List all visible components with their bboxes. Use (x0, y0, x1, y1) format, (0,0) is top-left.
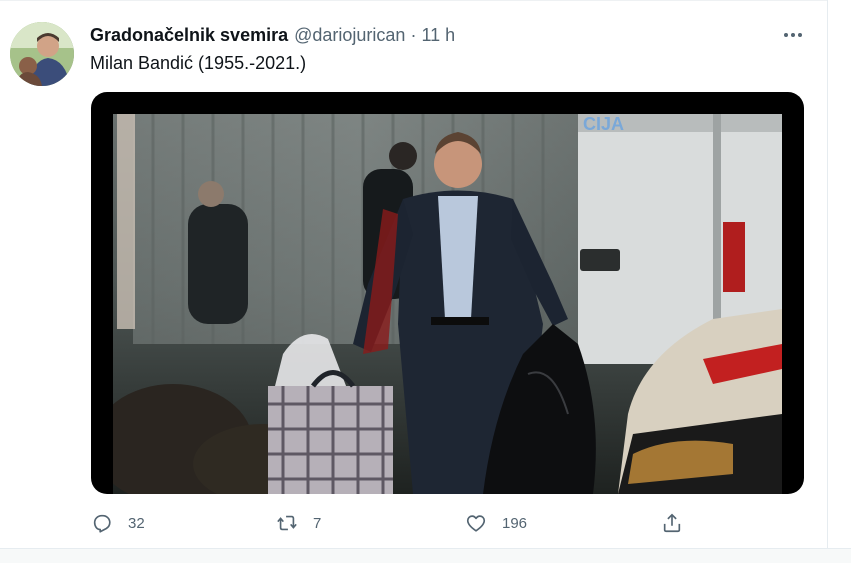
like-count: 196 (502, 514, 528, 532)
tweet-media[interactable]: CIJA (91, 92, 804, 494)
reply-icon (93, 514, 111, 533)
tweet-timestamp[interactable]: 11 h (421, 25, 455, 46)
user-handle[interactable]: @dariojurican (294, 25, 405, 46)
reply-count: 32 (128, 514, 145, 532)
tweet-header: Gradonačelnik svemira @dariojurican · 11… (90, 23, 455, 47)
avatar-photo (10, 22, 74, 86)
separator-dot: · (410, 24, 417, 45)
retweet-icon (277, 515, 297, 531)
tweet-text: Milan Bandić (1955.-2021.) (90, 53, 307, 73)
heart-icon (466, 515, 486, 532)
timeline-border (827, 0, 828, 550)
more-dots-icon (784, 33, 788, 37)
more-options-button[interactable] (780, 26, 806, 44)
photo-scene: CIJA (113, 114, 782, 494)
like-button[interactable]: 196 (465, 505, 527, 541)
more-dots-icon (791, 33, 795, 37)
share-icon (663, 513, 681, 533)
share-button[interactable] (661, 505, 683, 541)
avatar[interactable] (10, 22, 74, 86)
reply-button[interactable]: 32 (91, 505, 145, 541)
retweet-count: 7 (313, 514, 322, 532)
svg-text:CIJA: CIJA (583, 114, 624, 134)
display-name[interactable]: Gradonačelnik svemira (90, 25, 288, 46)
tweet-actions: 32 7 196 (0, 505, 827, 541)
retweet-button[interactable]: 7 (276, 505, 321, 541)
tweet-photo: CIJA (113, 114, 782, 494)
next-tweet-divider (0, 548, 851, 563)
more-dots-icon (798, 33, 802, 37)
top-divider (0, 0, 827, 1)
